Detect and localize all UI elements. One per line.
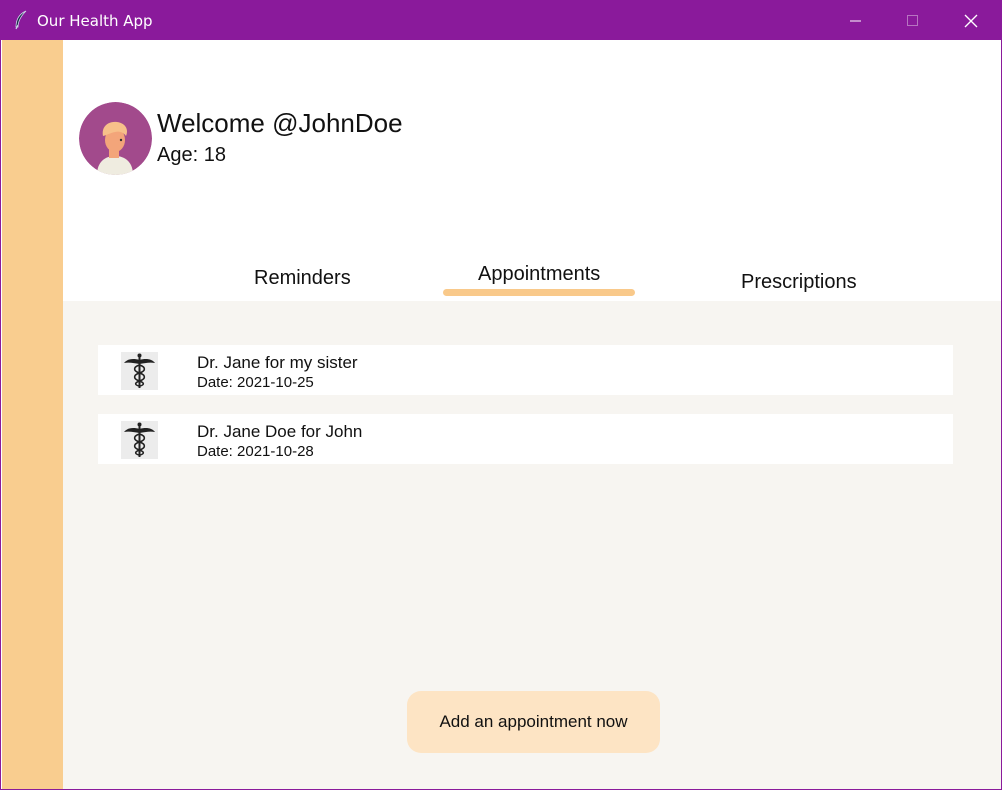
appointment-title: Dr. Jane for my sister <box>197 353 358 372</box>
maximize-icon <box>907 14 918 26</box>
appointment-item[interactable]: Dr. Jane for my sister Date: 2021-10-25 <box>98 345 953 395</box>
welcome-heading: Welcome @JohnDoe <box>157 108 403 138</box>
caduceus-icon <box>121 352 158 390</box>
tab-reminders[interactable]: Reminders <box>254 267 351 290</box>
appointment-item[interactable]: Dr. Jane Doe for John Date: 2021-10-28 <box>98 414 953 464</box>
close-button[interactable] <box>942 1 1000 40</box>
add-appointment-button[interactable]: Add an appointment now <box>407 691 660 753</box>
active-tab-indicator <box>443 289 635 296</box>
avatar <box>79 102 152 175</box>
appointment-date: Date: 2021-10-25 <box>197 374 314 391</box>
window-title: Our Health App <box>37 12 153 30</box>
appointment-date: Date: 2021-10-28 <box>197 443 314 460</box>
feather-icon <box>15 10 27 30</box>
title-bar[interactable]: Our Health App <box>1 1 1001 40</box>
age-label: Age: 18 <box>157 144 226 166</box>
appointment-title: Dr. Jane Doe for John <box>197 422 363 441</box>
minimize-icon <box>850 20 861 21</box>
appointments-panel: Dr. Jane for my sister Date: 2021-10-25 … <box>63 301 1001 789</box>
profile-header: Welcome @JohnDoe Age: 18 Reminders Appoi… <box>63 40 1001 301</box>
minimize-button[interactable] <box>827 1 885 40</box>
app-window: Our Health App Welcome @JohnDoe Age: 18 … <box>0 0 1002 790</box>
caduceus-icon <box>121 421 158 459</box>
user-avatar-icon <box>79 102 152 175</box>
maximize-button[interactable] <box>884 1 942 40</box>
sidebar <box>2 40 63 789</box>
tab-prescriptions[interactable]: Prescriptions <box>741 271 857 294</box>
tab-appointments[interactable]: Appointments <box>478 263 600 286</box>
close-icon <box>964 14 978 27</box>
